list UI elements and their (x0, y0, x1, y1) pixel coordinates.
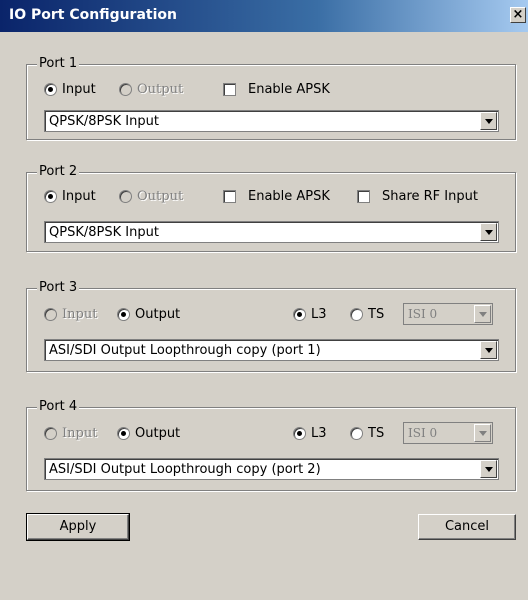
radio-unchecked-icon (350, 308, 363, 321)
port-2-output-radio: Output (119, 189, 183, 204)
chevron-down-icon[interactable] (480, 112, 497, 130)
port-1-group: Port 1 Input Output Enable APSK QPSK/8PS… (26, 56, 516, 140)
cancel-button[interactable]: Cancel (418, 514, 516, 540)
port-1-output-radio: Output (119, 82, 183, 97)
port-1-input-radio[interactable]: Input (44, 82, 96, 97)
port-4-ts-radio[interactable]: TS (350, 426, 384, 441)
port-3-label: Port 3 (37, 280, 80, 295)
port-2-mode-value: QPSK/8PSK Input (49, 225, 159, 240)
radio-unchecked-icon (350, 427, 363, 440)
port-4-input-label: Input (62, 426, 98, 441)
port-4-label: Port 4 (37, 399, 80, 414)
title-bar[interactable]: IO Port Configuration × (0, 0, 528, 32)
port-1-output-label: Output (137, 82, 184, 97)
port-3-output-radio[interactable]: Output (117, 307, 180, 322)
port-4-ts-label: TS (368, 426, 385, 441)
radio-checked-icon (117, 427, 130, 440)
port-1-input-label: Input (62, 82, 96, 97)
window-title: IO Port Configuration (9, 7, 177, 23)
radio-disabled-icon (44, 308, 57, 321)
radio-disabled-icon (119, 83, 132, 96)
port-4-isi-value: ISI 0 (408, 426, 438, 440)
port-4-output-radio[interactable]: Output (117, 426, 180, 441)
port-2-share-rf-input-label: Share RF Input (382, 189, 478, 204)
port-3-ts-label: TS (368, 307, 385, 322)
port-1-label: Port 1 (37, 56, 80, 71)
port-1-mode-value: QPSK/8PSK Input (49, 114, 159, 129)
radio-checked-icon (44, 190, 57, 203)
chevron-down-icon (474, 305, 491, 323)
port-3-mode-select[interactable]: ASI/SDI Output Loopthrough copy (port 1) (44, 339, 499, 361)
port-2-group: Port 2 Input Output Enable APSK Share RF… (26, 164, 516, 252)
radio-checked-icon (117, 308, 130, 321)
port-2-mode-select[interactable]: QPSK/8PSK Input (44, 221, 499, 243)
chevron-down-icon (474, 424, 491, 442)
port-3-input-label: Input (62, 307, 98, 322)
apply-button[interactable]: Apply (26, 513, 130, 541)
port-3-l3-label: L3 (311, 307, 327, 322)
radio-checked-icon (293, 308, 306, 321)
port-3-input-radio: Input (44, 307, 97, 322)
port-4-isi-select: ISI 0 (403, 422, 493, 444)
port-3-l3-radio[interactable]: L3 (293, 307, 327, 322)
chevron-down-icon[interactable] (480, 223, 497, 241)
port-4-group: Port 4 Input Output L3 TS ISI 0 ASI/SDI … (26, 399, 516, 491)
port-2-input-label: Input (62, 189, 96, 204)
radio-disabled-icon (119, 190, 132, 203)
port-2-enable-apsk-label: Enable APSK (248, 189, 330, 204)
port-1-enable-apsk-checkbox[interactable]: Enable APSK (223, 82, 330, 97)
port-4-mode-value: ASI/SDI Output Loopthrough copy (port 2) (49, 462, 321, 477)
port-4-output-label: Output (135, 426, 181, 441)
port-1-mode-select[interactable]: QPSK/8PSK Input (44, 110, 499, 132)
checkbox-icon (223, 83, 236, 96)
checkbox-icon (357, 190, 370, 203)
port-2-enable-apsk-checkbox[interactable]: Enable APSK (223, 189, 330, 204)
port-3-isi-select: ISI 0 (403, 303, 493, 325)
port-4-mode-select[interactable]: ASI/SDI Output Loopthrough copy (port 2) (44, 458, 499, 480)
port-3-output-label: Output (135, 307, 181, 322)
radio-disabled-icon (44, 427, 57, 440)
checkbox-icon (223, 190, 236, 203)
radio-checked-icon (44, 83, 57, 96)
port-3-ts-radio[interactable]: TS (350, 307, 384, 322)
chevron-down-icon[interactable] (480, 460, 497, 478)
port-3-group: Port 3 Input Output L3 TS ISI 0 ASI/SDI … (26, 280, 516, 372)
port-3-isi-value: ISI 0 (408, 307, 438, 321)
port-2-label: Port 2 (37, 164, 80, 179)
port-2-input-radio[interactable]: Input (44, 189, 96, 204)
port-2-share-rf-input-checkbox[interactable]: Share RF Input (357, 189, 478, 204)
port-1-enable-apsk-label: Enable APSK (248, 82, 330, 97)
radio-checked-icon (293, 427, 306, 440)
port-2-output-label: Output (137, 189, 184, 204)
port-4-input-radio: Input (44, 426, 97, 441)
port-3-mode-value: ASI/SDI Output Loopthrough copy (port 1) (49, 343, 321, 358)
close-button[interactable]: × (510, 7, 526, 23)
io-port-configuration-dialog: IO Port Configuration × Port 1 Input Out… (0, 0, 528, 600)
chevron-down-icon[interactable] (480, 341, 497, 359)
close-icon: × (512, 7, 524, 22)
port-4-l3-label: L3 (311, 426, 327, 441)
port-4-l3-radio[interactable]: L3 (293, 426, 327, 441)
